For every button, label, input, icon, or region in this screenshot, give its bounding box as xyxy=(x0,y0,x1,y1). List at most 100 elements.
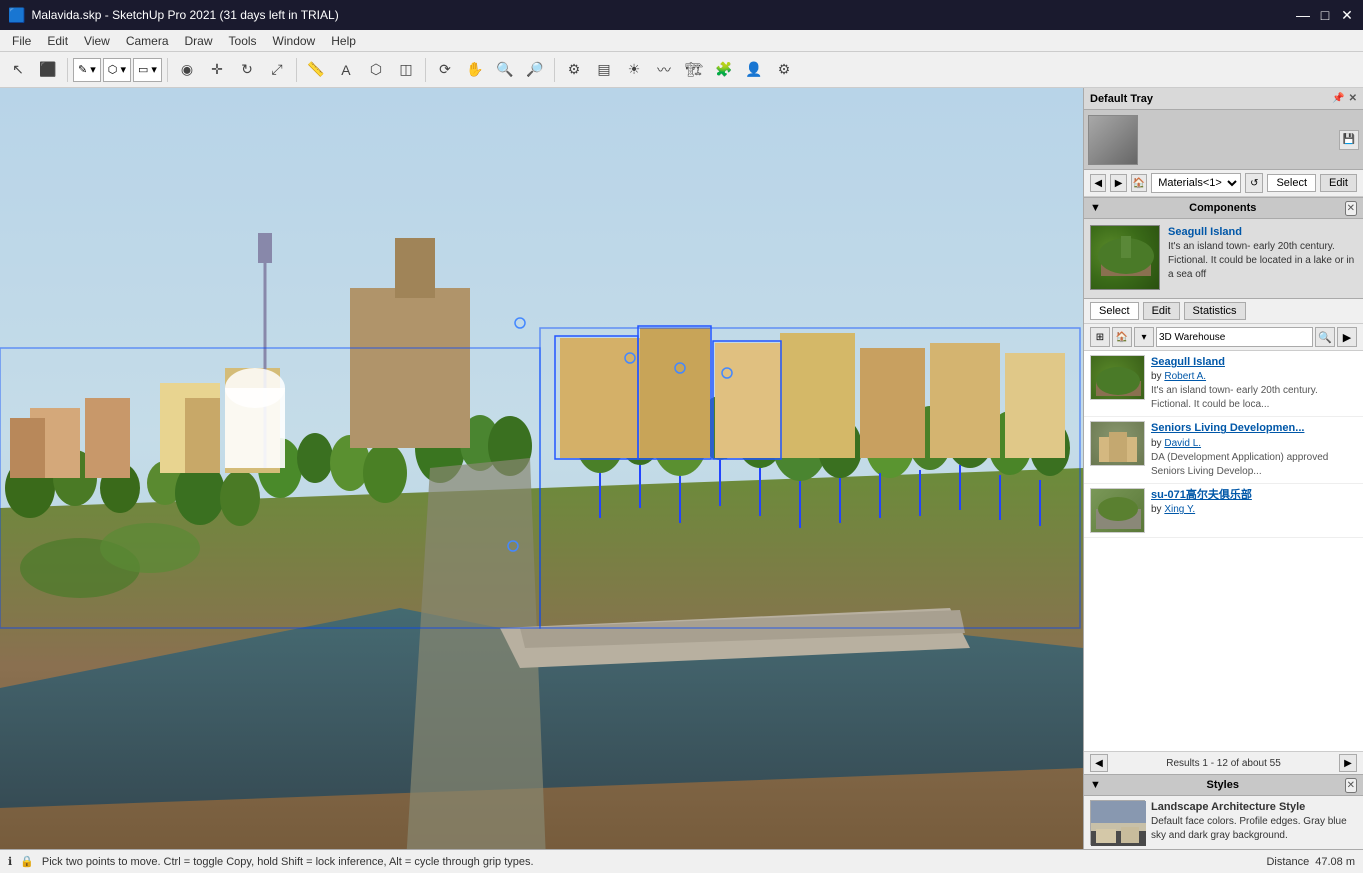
materials-preview-area: 💾 xyxy=(1084,110,1363,170)
menu-view[interactable]: View xyxy=(76,32,118,50)
account-button[interactable]: 👤 xyxy=(740,56,768,84)
components-statistics-tab[interactable]: Statistics xyxy=(1184,302,1246,320)
close-button[interactable]: ✕ xyxy=(1339,7,1355,23)
viewport[interactable] xyxy=(0,88,1083,849)
styles-title: Styles xyxy=(1207,779,1239,791)
styles-close-button[interactable]: ✕ xyxy=(1345,778,1357,793)
rotate-tool-button[interactable]: ↻ xyxy=(233,56,261,84)
result-desc-2: DA (Development Application) approved Se… xyxy=(1151,451,1357,479)
components-arrow: ▼ xyxy=(1090,202,1101,214)
maximize-button[interactable]: □ xyxy=(1317,7,1333,23)
menu-camera[interactable]: Camera xyxy=(118,32,177,50)
pushpull-tool-button[interactable]: ◉ xyxy=(173,56,201,84)
lock-icon: 🔒 xyxy=(20,855,34,868)
select-tool-button[interactable]: ↖ xyxy=(4,56,32,84)
toolbar-separator-4 xyxy=(425,58,426,82)
tape-tool-button[interactable]: 📏 xyxy=(302,56,330,84)
eraser-tool-button[interactable]: ⬛ xyxy=(34,56,62,84)
component-preview: Seagull Island It's an island town- earl… xyxy=(1084,219,1363,299)
menu-edit[interactable]: Edit xyxy=(39,32,76,50)
materials-forward-button[interactable]: ▶ xyxy=(1110,174,1126,192)
result-item[interactable]: su-071高尔夫俱乐部 by Xing Y. xyxy=(1084,484,1363,538)
result-author-1[interactable]: Robert A. xyxy=(1164,371,1206,382)
materials-dropdown[interactable]: Materials<1> xyxy=(1151,173,1241,193)
zoom-extents-button[interactable]: 🔎 xyxy=(521,56,549,84)
tray-close-button[interactable]: ✕ xyxy=(1349,93,1357,104)
result-author-2[interactable]: David L. xyxy=(1164,438,1201,449)
component-search-input[interactable] xyxy=(1156,327,1313,347)
pan-tool-button[interactable]: ✋ xyxy=(461,56,489,84)
result-author-3[interactable]: Xing Y. xyxy=(1164,504,1195,515)
components-nav-row: ◀ Results 1 - 12 of about 55 ▶ xyxy=(1084,751,1363,774)
status-message: Pick two points to move. Ctrl = toggle C… xyxy=(42,856,534,868)
zoom-tool-button[interactable]: 🔍 xyxy=(491,56,519,84)
menu-file[interactable]: File xyxy=(4,32,39,50)
toolbar-separator-2 xyxy=(167,58,168,82)
materials-back-button[interactable]: ◀ xyxy=(1090,174,1106,192)
pencil-dropdown[interactable]: ✎ ▾ xyxy=(73,58,101,82)
result-title-3[interactable]: su-071高尔夫俱乐部 xyxy=(1151,488,1357,503)
results-prev-button[interactable]: ◀ xyxy=(1090,754,1108,772)
text-tool-button[interactable]: A xyxy=(332,56,360,84)
styles-section-header[interactable]: ▼ Styles ✕ xyxy=(1084,774,1363,796)
orbit-tool-button[interactable]: ⟳ xyxy=(431,56,459,84)
components-select-tab[interactable]: Select xyxy=(1090,302,1139,320)
lasso-dropdown[interactable]: ⬡ ▾ xyxy=(103,58,131,82)
result-item[interactable]: Seniors Living Developmen... by David L.… xyxy=(1084,417,1363,483)
status-bar: ℹ 🔒 Pick two points to move. Ctrl = togg… xyxy=(0,849,1363,873)
result-title-1[interactable]: Seagull Island xyxy=(1151,355,1357,370)
components-close-button[interactable]: ✕ xyxy=(1345,201,1357,216)
tray-controls: 📌 ✕ xyxy=(1332,93,1357,104)
toolbar-separator-5 xyxy=(554,58,555,82)
style-item[interactable]: Landscape Architecture Style Default fac… xyxy=(1084,796,1363,849)
components-section-header[interactable]: ▼ Components ✕ xyxy=(1084,197,1363,219)
components-edit-tab[interactable]: Edit xyxy=(1143,302,1180,320)
distance-display: Distance 47.08 m xyxy=(1266,856,1355,868)
minimize-button[interactable]: — xyxy=(1295,7,1311,23)
warehouse-button[interactable]: 🏗 xyxy=(680,56,708,84)
materials-select-tab[interactable]: Select xyxy=(1267,174,1316,192)
result-thumbnail-3 xyxy=(1090,488,1145,533)
menu-draw[interactable]: Draw xyxy=(177,32,221,50)
materials-home-button[interactable]: 🏠 xyxy=(1131,174,1147,192)
extension-button[interactable]: 🧩 xyxy=(710,56,738,84)
section-tool-button[interactable]: ◫ xyxy=(392,56,420,84)
fog-button[interactable]: 〰 xyxy=(650,56,678,84)
component-search-button[interactable]: 🔍 xyxy=(1315,327,1335,347)
materials-refresh-button[interactable]: ↺ xyxy=(1245,173,1263,193)
components-results-list[interactable]: Seagull Island by Robert A. It's an isla… xyxy=(1084,351,1363,751)
right-panel: Default Tray 📌 ✕ 💾 ◀ ▶ 🏠 Materials<1> xyxy=(1083,88,1363,849)
material-save-button[interactable]: 💾 xyxy=(1339,130,1359,150)
results-next-button[interactable]: ▶ xyxy=(1339,754,1357,772)
view-toggle-button[interactable]: ⊞ xyxy=(1090,327,1110,347)
title-bar-controls[interactable]: — □ ✕ xyxy=(1295,7,1355,23)
materials-tab-row: ◀ ▶ 🏠 Materials<1> ↺ Select Edit xyxy=(1084,170,1363,197)
styles-arrow: ▼ xyxy=(1090,779,1101,791)
result-info-2: Seniors Living Developmen... by David L.… xyxy=(1151,421,1357,478)
scale-tool-button[interactable]: ⤢ xyxy=(263,56,291,84)
tray-title: Default Tray xyxy=(1090,93,1153,105)
main-area: Default Tray 📌 ✕ 💾 ◀ ▶ 🏠 Materials<1> xyxy=(0,88,1363,849)
entity-info-button[interactable]: ⚙ xyxy=(560,56,588,84)
distance-label: Distance xyxy=(1266,856,1309,868)
menu-tools[interactable]: Tools xyxy=(221,32,265,50)
toolbar-separator-1 xyxy=(67,58,68,82)
settings-button[interactable]: ⚙ xyxy=(770,56,798,84)
tray-pin-button[interactable]: 📌 xyxy=(1332,93,1344,104)
menu-window[interactable]: Window xyxy=(265,32,324,50)
home-dropdown-button[interactable]: ▾ xyxy=(1134,327,1154,347)
components-title: Components xyxy=(1189,202,1256,214)
style-title: Landscape Architecture Style xyxy=(1151,800,1357,815)
component-search-nav-button[interactable]: ▶ xyxy=(1337,327,1357,347)
shadows-button[interactable]: ☀ xyxy=(620,56,648,84)
materials-edit-tab[interactable]: Edit xyxy=(1320,174,1357,192)
home-button[interactable]: 🏠 xyxy=(1112,327,1132,347)
result-title-2[interactable]: Seniors Living Developmen... xyxy=(1151,421,1357,436)
rect-dropdown[interactable]: ▭ ▾ xyxy=(133,58,162,82)
move-tool-button[interactable]: ✛ xyxy=(203,56,231,84)
axes-tool-button[interactable]: ⬡ xyxy=(362,56,390,84)
menu-help[interactable]: Help xyxy=(323,32,364,50)
layers-button[interactable]: ▤ xyxy=(590,56,618,84)
result-item[interactable]: Seagull Island by Robert A. It's an isla… xyxy=(1084,351,1363,417)
component-preview-title: Seagull Island xyxy=(1168,225,1357,240)
